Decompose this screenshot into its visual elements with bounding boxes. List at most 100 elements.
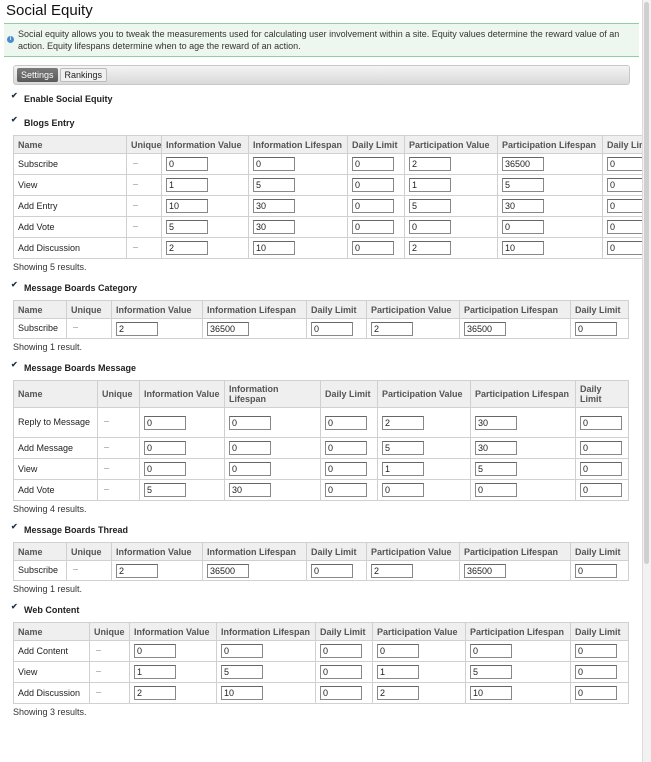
pv-input[interactable]: 2 bbox=[382, 415, 424, 430]
enable-social-equity-checkbox[interactable] bbox=[11, 91, 18, 102]
column-header[interactable]: Daily Limit bbox=[306, 542, 367, 561]
column-header[interactable]: Participation Lifespan bbox=[465, 622, 571, 641]
dl1-input[interactable]: 0 bbox=[352, 157, 394, 171]
dl1-input[interactable]: 0 bbox=[320, 644, 362, 658]
pv-input[interactable]: 5 bbox=[382, 441, 424, 455]
pl-input[interactable]: 10 bbox=[470, 686, 512, 700]
il-input[interactable]: 30 bbox=[253, 220, 295, 234]
il-input[interactable]: 36500 bbox=[207, 563, 249, 578]
column-header[interactable]: Unique bbox=[97, 380, 140, 408]
unique-checkbox[interactable] bbox=[133, 162, 138, 167]
column-header[interactable]: Information Value bbox=[111, 542, 203, 561]
iv-input[interactable]: 2 bbox=[116, 563, 158, 578]
dl1-input[interactable]: 0 bbox=[320, 686, 362, 700]
dl2-input[interactable]: 0 bbox=[575, 321, 617, 336]
unique-checkbox[interactable] bbox=[73, 569, 78, 573]
iv-input[interactable]: 0 bbox=[144, 415, 186, 430]
iv-input[interactable]: 10 bbox=[166, 199, 208, 213]
dl1-input[interactable]: 0 bbox=[311, 563, 353, 578]
column-header[interactable]: Information Value bbox=[139, 380, 225, 408]
column-header[interactable]: Participation Value bbox=[372, 622, 466, 641]
pv-input[interactable]: 1 bbox=[409, 178, 451, 192]
unique-checkbox[interactable] bbox=[133, 246, 138, 251]
dl1-input[interactable]: 0 bbox=[325, 462, 367, 476]
dl2-input[interactable]: 0 bbox=[580, 462, 622, 476]
dl1-input[interactable]: 0 bbox=[352, 199, 394, 213]
il-input[interactable]: 0 bbox=[221, 644, 263, 658]
iv-input[interactable]: 5 bbox=[144, 483, 186, 497]
column-header[interactable]: Participation Lifespan bbox=[459, 542, 571, 561]
tab-settings[interactable]: Settings bbox=[17, 68, 58, 82]
column-header[interactable]: Daily Limit bbox=[570, 622, 629, 641]
section-checkbox[interactable] bbox=[11, 115, 18, 126]
section-toggle-2[interactable]: Message Boards Message bbox=[11, 360, 643, 375]
pl-input[interactable]: 30 bbox=[502, 199, 544, 213]
dl1-input[interactable]: 0 bbox=[325, 483, 367, 497]
il-input[interactable]: 0 bbox=[229, 415, 271, 430]
column-header[interactable]: Daily Limit bbox=[320, 380, 378, 408]
iv-input[interactable]: 2 bbox=[166, 241, 208, 255]
column-header[interactable]: Name bbox=[13, 135, 127, 154]
dl2-input[interactable]: 0 bbox=[575, 665, 617, 679]
pl-input[interactable]: 30 bbox=[475, 441, 517, 455]
pl-input[interactable]: 36500 bbox=[502, 157, 544, 171]
column-header[interactable]: Participation Lifespan bbox=[470, 380, 576, 408]
unique-checkbox[interactable] bbox=[133, 225, 138, 230]
pl-input[interactable]: 10 bbox=[502, 241, 544, 255]
column-header[interactable]: Unique bbox=[126, 135, 162, 154]
unique-checkbox[interactable] bbox=[96, 670, 101, 675]
unique-checkbox[interactable] bbox=[104, 421, 109, 425]
pv-input[interactable]: 2 bbox=[377, 686, 419, 700]
pv-input[interactable]: 2 bbox=[409, 241, 451, 255]
section-toggle-4[interactable]: Web Content bbox=[11, 602, 643, 617]
pv-input[interactable]: 0 bbox=[382, 483, 424, 497]
column-header[interactable]: Information Value bbox=[161, 135, 249, 154]
column-header[interactable]: Unique bbox=[89, 622, 130, 641]
column-header[interactable]: Name bbox=[13, 622, 90, 641]
column-header[interactable]: Daily Limit bbox=[575, 380, 629, 408]
iv-input[interactable]: 0 bbox=[166, 157, 208, 171]
column-header[interactable]: Unique bbox=[66, 300, 112, 319]
section-checkbox[interactable] bbox=[11, 280, 18, 291]
iv-input[interactable]: 2 bbox=[134, 686, 176, 700]
section-toggle-3[interactable]: Message Boards Thread bbox=[11, 522, 643, 537]
unique-checkbox[interactable] bbox=[73, 327, 78, 331]
pv-input[interactable]: 0 bbox=[409, 220, 451, 234]
unique-checkbox[interactable] bbox=[104, 446, 109, 451]
column-header[interactable]: Information Lifespan bbox=[224, 380, 321, 408]
pv-input[interactable]: 0 bbox=[377, 644, 419, 658]
column-header[interactable]: Participation Value bbox=[366, 542, 460, 561]
column-header[interactable]: Daily Limit bbox=[306, 300, 367, 319]
pl-input[interactable]: 5 bbox=[502, 178, 544, 192]
column-header[interactable]: Daily Limit bbox=[570, 542, 629, 561]
column-header[interactable]: Participation Value bbox=[366, 300, 460, 319]
column-header[interactable]: Participation Value bbox=[404, 135, 498, 154]
unique-checkbox[interactable] bbox=[96, 649, 101, 654]
pl-input[interactable]: 0 bbox=[470, 644, 512, 658]
column-header[interactable]: Daily Limit bbox=[347, 135, 405, 154]
pv-input[interactable]: 1 bbox=[382, 462, 424, 476]
scrollbar-thumb[interactable] bbox=[644, 2, 649, 564]
il-input[interactable]: 10 bbox=[253, 241, 295, 255]
dl1-input[interactable]: 0 bbox=[352, 241, 394, 255]
pl-input[interactable]: 30 bbox=[475, 415, 517, 430]
column-header[interactable]: Information Lifespan bbox=[216, 622, 316, 641]
dl1-input[interactable]: 0 bbox=[311, 321, 353, 336]
dl2-input[interactable]: 0 bbox=[575, 563, 617, 578]
unique-checkbox[interactable] bbox=[133, 204, 138, 209]
column-header[interactable]: Name bbox=[13, 542, 67, 561]
pv-input[interactable]: 2 bbox=[409, 157, 451, 171]
il-input[interactable]: 5 bbox=[253, 178, 295, 192]
il-input[interactable]: 0 bbox=[229, 441, 271, 455]
dl2-input[interactable]: 0 bbox=[575, 644, 617, 658]
section-toggle-1[interactable]: Message Boards Category bbox=[11, 280, 643, 295]
section-checkbox[interactable] bbox=[11, 360, 18, 371]
section-checkbox[interactable] bbox=[11, 522, 18, 533]
unique-checkbox[interactable] bbox=[133, 183, 138, 188]
pv-input[interactable]: 1 bbox=[377, 665, 419, 679]
column-header[interactable]: Daily Limit bbox=[570, 300, 629, 319]
dl1-input[interactable]: 0 bbox=[352, 178, 394, 192]
il-input[interactable]: 36500 bbox=[207, 321, 249, 336]
pv-input[interactable]: 2 bbox=[371, 321, 413, 336]
column-header[interactable]: Participation Lifespan bbox=[459, 300, 571, 319]
